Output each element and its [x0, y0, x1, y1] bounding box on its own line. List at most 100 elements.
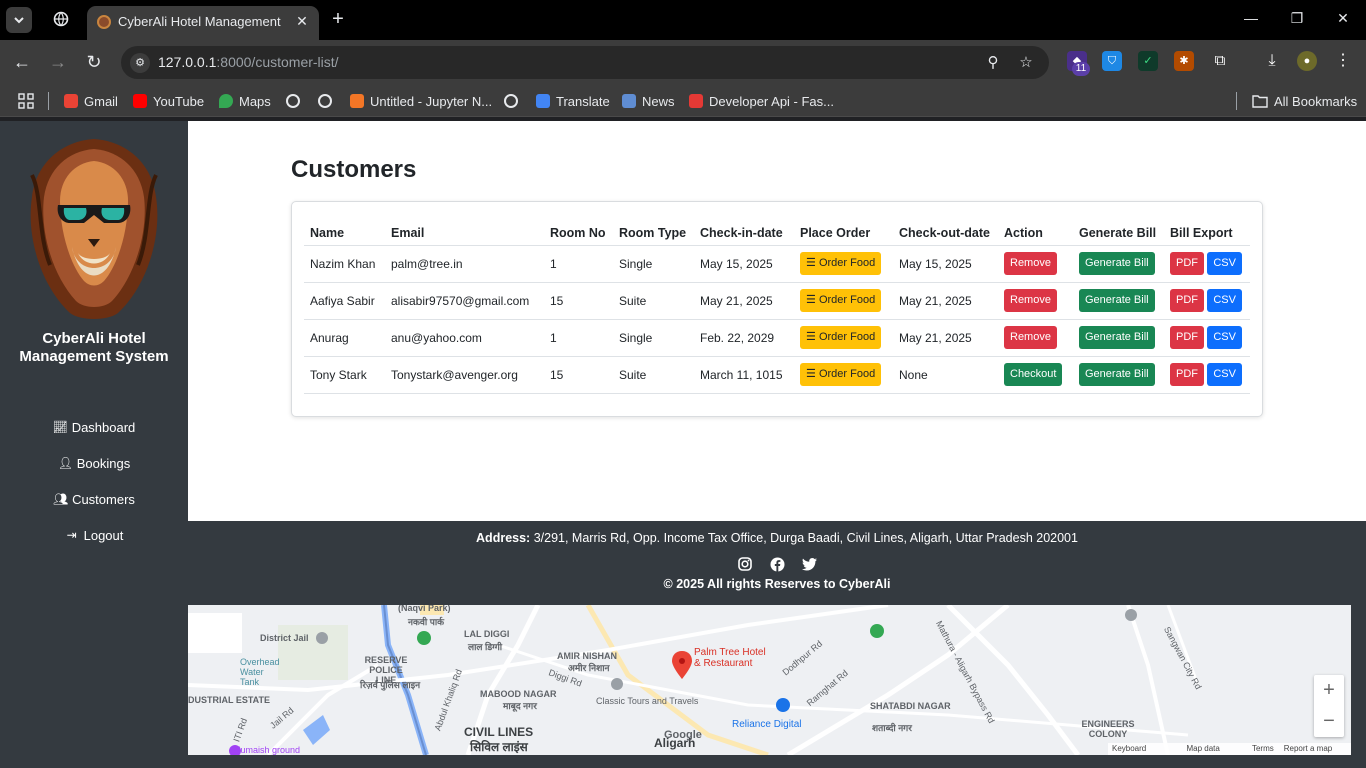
cell-email: palm@tree.in — [385, 245, 544, 283]
bookmark-globe-2[interactable] — [318, 92, 332, 110]
sidebar: CyberAli Hotel Management System 📈︎ Dash… — [0, 121, 188, 768]
extension-check-icon[interactable]: ✓ — [1138, 51, 1158, 71]
table-row: Tony Stark Tonystark@avenger.org 15 Suit… — [304, 356, 1250, 394]
cell-room-no: 15 — [544, 282, 613, 320]
nav-logout[interactable]: ⇥ Logout — [0, 524, 188, 546]
restore-icon[interactable]: ❐ — [1286, 10, 1308, 30]
minimize-icon[interactable]: — — [1240, 10, 1262, 30]
bookmark-developer-api[interactable]: Developer Api - Fas... — [689, 92, 834, 110]
copyright: © 2025 All rights Reserves to CyberAli — [663, 577, 891, 591]
zoom-out-button[interactable]: − — [1314, 706, 1344, 737]
bookmark-label: Translate — [556, 93, 610, 109]
order-food-button[interactable]: ☰ Order Food — [800, 363, 882, 386]
csv-button[interactable]: CSV — [1207, 289, 1242, 312]
remove-button[interactable]: Remove — [1004, 252, 1057, 275]
terms-link[interactable]: Terms — [1252, 743, 1274, 755]
embedded-map[interactable]: District Jail (Naqvi Park) नकवी पार्क LA… — [188, 605, 1351, 755]
close-window-icon[interactable]: ✕ — [1332, 10, 1354, 30]
bookmark-globe-1[interactable] — [286, 92, 300, 110]
zoom-icon[interactable]: ⚲ — [983, 53, 1003, 73]
pdf-button[interactable]: PDF — [1170, 363, 1204, 386]
cell-bill-export: PDF CSV — [1164, 245, 1250, 283]
social-links — [188, 556, 1366, 572]
all-bookmarks[interactable]: All Bookmarks — [1252, 92, 1357, 110]
inactive-tab[interactable] — [50, 8, 72, 30]
bookmark-youtube[interactable]: YouTube — [133, 92, 204, 110]
pdf-button[interactable]: PDF — [1170, 252, 1204, 275]
pdf-button[interactable]: PDF — [1170, 326, 1204, 349]
back-icon[interactable]: ← — [11, 51, 33, 73]
bookmark-label: Untitled - Jupyter N... — [370, 93, 493, 109]
lion-logo-icon — [30, 139, 158, 319]
extension-shield-icon[interactable]: ⛉ — [1102, 51, 1122, 71]
column-header-check-in: Check-in-date — [694, 214, 794, 246]
nav-customers[interactable]: 👥︎ Customers — [0, 488, 188, 510]
report-error-link[interactable]: Report a map error — [1284, 743, 1347, 755]
bookmark-maps[interactable]: Maps — [219, 92, 271, 110]
cell-email: Tonystark@avenger.org — [385, 356, 544, 394]
generate-bill-button[interactable]: Generate Bill — [1079, 363, 1155, 386]
nav-dashboard[interactable]: 📈︎ Dashboard — [0, 416, 188, 438]
zoom-in-button[interactable]: + — [1314, 675, 1344, 706]
site-info-icon[interactable]: ⚙ — [130, 53, 150, 73]
csv-button[interactable]: CSV — [1207, 363, 1242, 386]
order-food-button[interactable]: ☰ Order Food — [800, 289, 882, 312]
csv-button[interactable]: CSV — [1207, 252, 1242, 275]
bookmark-globe-3[interactable] — [504, 92, 518, 110]
bookmark-label: Developer Api - Fas... — [709, 93, 834, 109]
new-tab-button[interactable]: + — [328, 8, 348, 30]
cell-bill-export: PDF CSV — [1164, 282, 1250, 320]
menu-kebab-icon[interactable]: ⋮ — [1333, 51, 1353, 71]
instagram-icon[interactable] — [737, 556, 753, 572]
url-host: 127.0.0.1 — [158, 54, 217, 70]
twitter-icon[interactable] — [801, 556, 817, 572]
brand-title: CyberAli Hotel Management System — [19, 330, 169, 365]
column-header-action: Action — [998, 214, 1073, 246]
checkout-button[interactable]: Checkout — [1004, 363, 1063, 386]
order-food-button[interactable]: ☰ Order Food — [800, 252, 882, 275]
generate-bill-button[interactable]: Generate Bill — [1079, 289, 1155, 312]
active-tab[interactable]: CyberAli Hotel Management Sy ✕ — [87, 6, 319, 40]
bookmark-news[interactable]: News — [622, 92, 675, 110]
apps-grid-icon[interactable] — [18, 92, 34, 110]
extension-bug-icon[interactable]: ✱ — [1174, 51, 1194, 71]
map-label: शताब्दी नगर — [872, 723, 912, 733]
generate-bill-button[interactable]: Generate Bill — [1079, 326, 1155, 349]
bookmark-jupyter[interactable]: Untitled - Jupyter N... — [350, 92, 492, 110]
remove-button[interactable]: Remove — [1004, 326, 1057, 349]
map-label: (Naqvi Park) — [398, 605, 451, 613]
cell-generate-bill: Generate Bill — [1073, 245, 1164, 283]
bookmark-gmail[interactable]: Gmail — [64, 92, 118, 110]
bookmark-star-icon[interactable]: ☆ — [1016, 53, 1036, 73]
cell-check-in: May 15, 2025 — [694, 245, 794, 283]
browser-toolbar: ← → ↻ ⚙ 127.0.0.1:8000/customer-list/ ⚲ … — [0, 40, 1366, 84]
keyboard-shortcuts-link[interactable]: Keyboard shortcuts — [1112, 743, 1177, 755]
close-tab-icon[interactable]: ✕ — [293, 12, 311, 30]
bookmark-label: News — [642, 93, 675, 109]
forward-icon[interactable]: → — [47, 51, 69, 73]
nav-label: Logout — [83, 527, 124, 543]
profile-avatar[interactable]: ● — [1297, 51, 1317, 71]
reload-icon[interactable]: ↻ — [83, 51, 105, 73]
address-bar[interactable]: ⚙ 127.0.0.1:8000/customer-list/ ⚲ ☆ — [121, 46, 1049, 79]
order-food-button[interactable]: ☰ Order Food — [800, 326, 882, 349]
url-text[interactable]: 127.0.0.1:8000/customer-list/ — [158, 54, 339, 70]
column-header-room-type: Room Type — [613, 214, 694, 246]
bookmark-translate[interactable]: Translate — [536, 92, 610, 110]
gmail-icon — [64, 94, 78, 108]
facebook-icon[interactable] — [769, 556, 785, 572]
download-icon[interactable]: ⤓ — [1262, 51, 1282, 71]
extensions-puzzle-icon[interactable]: ⧉ — [1210, 51, 1230, 71]
cell-room-type: Suite — [613, 282, 694, 320]
remove-button[interactable]: Remove — [1004, 289, 1057, 312]
cell-room-no: 1 — [544, 245, 613, 283]
cell-email: anu@yahoo.com — [385, 319, 544, 357]
tab-search-button[interactable] — [6, 7, 32, 33]
burger-icon: ☰ — [806, 331, 816, 343]
csv-button[interactable]: CSV — [1207, 326, 1242, 349]
bookmark-label: YouTube — [153, 93, 205, 109]
order-food-label: Order Food — [818, 368, 876, 380]
generate-bill-button[interactable]: Generate Bill — [1079, 252, 1155, 275]
pdf-button[interactable]: PDF — [1170, 289, 1204, 312]
nav-bookings[interactable]: 👤︎ Bookings — [0, 452, 188, 474]
